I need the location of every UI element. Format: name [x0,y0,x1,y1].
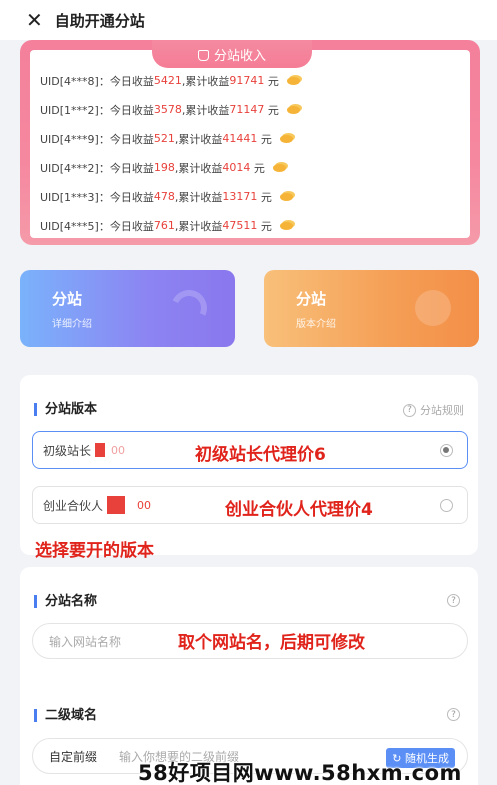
detail-intro-title: 分站 [52,290,83,308]
domain-prefix-label: 自定前缀 [49,749,98,764]
domain-section-title: 二级域名 [34,709,97,722]
row-today-label: 今日收益 [109,190,154,204]
row-today-value: 5421 [153,74,182,87]
annotation-site-name: 取个网站名，后期可修改 [178,633,365,653]
version-intro-card[interactable]: 分站 版本介绍 [264,270,479,347]
row-uid: UID[4***5]： [40,219,110,233]
row-total-label: ,累计收益 [174,219,223,233]
row-total-label: ,累计收益 [174,161,223,175]
top-bar: ✕ 自助开通分站 [0,0,497,40]
option-price: 00 [111,443,126,457]
coin-icon [272,163,286,172]
income-rows: UID[4***8]： 今日收益 5421 ,累计收益 91741 元 UID[1**… [40,66,460,240]
income-row: UID[4***2]： 今日收益 198 ,累计收益 4014 元 [40,153,460,182]
annotation-junior-price: 初级站长代理价6 [195,445,326,465]
row-uid: UID[1***3]： [40,190,110,204]
option-price: 00 [137,498,152,512]
row-total-label: ,累计收益 [174,190,223,204]
row-today-label: 今日收益 [109,74,154,88]
coin-icon [279,221,293,230]
coin-icon [279,134,293,143]
price-redaction [107,496,126,514]
row-today-value: 521 [153,132,175,145]
question-icon: ? [403,403,416,417]
site-name-help[interactable]: ? [447,594,464,607]
version-intro-title: 分站 [296,290,327,308]
row-total-value: 71147 [229,103,265,116]
row-uid: UID[1***2]： [40,103,110,117]
radio-selected[interactable] [440,444,453,457]
row-unit: 元 [267,74,279,88]
row-today-label: 今日收益 [109,161,154,175]
row-unit: 元 [260,190,272,204]
row-total-label: ,累计收益 [181,74,230,88]
row-total-label: ,累计收益 [174,132,223,146]
income-row: UID[4***5]： 今日收益 761 ,累计收益 47511 元 [40,211,460,240]
domain-help[interactable]: ? [447,708,464,721]
row-total-label: ,累计收益 [181,103,230,117]
row-today-value: 3578 [153,103,182,116]
option-label: 创业合伙人 [43,498,104,513]
site-name-placeholder: 输入网站名称 [49,634,122,649]
income-row: UID[4***9]： 今日收益 521 ,累计收益 41441 元 [40,124,460,153]
row-unit: 元 [267,103,279,117]
coin-icon [279,192,293,201]
radio-unselected[interactable] [440,499,453,512]
detail-intro-card[interactable]: 分站 详细介绍 [20,270,235,347]
row-today-label: 今日收益 [109,219,154,233]
site-name-section-title: 分站名称 [34,595,97,608]
row-uid: UID[4***2]： [40,161,110,175]
row-uid: UID[4***9]： [40,132,110,146]
row-today-value: 198 [153,161,175,174]
watermark: 58好项目网www.58hxm.com [138,761,462,785]
row-unit: 元 [253,161,265,175]
coin-icon [286,105,300,114]
row-total-value: 91741 [229,74,265,87]
detail-intro-subtitle: 详细介绍 [52,319,92,330]
question-icon: ? [447,594,460,607]
annotation-choose-version: 选择要开的版本 [35,541,154,561]
income-row: UID[4***8]： 今日收益 5421 ,累计收益 91741 元 [40,66,460,95]
price-redaction [95,443,106,457]
coin-icon [286,76,300,85]
income-tab: 分站收入 [152,40,312,68]
annotation-partner-price: 创业合伙人代理价4 [225,500,373,520]
row-uid: UID[4***8]： [40,74,110,88]
income-row: UID[1***2]： 今日收益 3578 ,累计收益 71147 元 [40,95,460,124]
row-today-label: 今日收益 [109,132,154,146]
row-total-value: 47511 [222,219,258,232]
version-intro-subtitle: 版本介绍 [296,319,336,330]
page-title: 自助开通分站 [54,11,145,30]
row-today-label: 今日收益 [109,103,154,117]
row-unit: 元 [260,132,272,146]
row-total-value: 13171 [222,190,258,203]
option-label: 初级站长 [43,443,92,458]
info-icon [415,290,451,326]
row-unit: 元 [260,219,272,233]
close-icon[interactable]: ✕ [26,10,43,30]
row-total-value: 41441 [222,132,258,145]
income-tab-label: 分站收入 [213,48,266,64]
row-today-value: 761 [153,219,175,232]
income-row: UID[1***3]： 今日收益 478 ,累计收益 13171 元 [40,182,460,211]
row-today-value: 478 [153,190,175,203]
site-info-card: 分站名称 ? 输入网站名称 二级域名 ? 自定前缀 输入你想要的二级前缀 ↻ 随… [20,567,478,785]
question-icon: ? [447,708,460,721]
version-section-title: 分站版本 [34,403,97,416]
rules-link[interactable]: ? 分站规则 [403,402,464,418]
row-total-value: 4014 [222,161,251,174]
version-card: 分站版本 ? 分站规则 初级站长 00 创业合伙人 00 [20,375,478,555]
rules-label: 分站规则 [420,404,464,417]
money-bag-icon [197,49,209,61]
